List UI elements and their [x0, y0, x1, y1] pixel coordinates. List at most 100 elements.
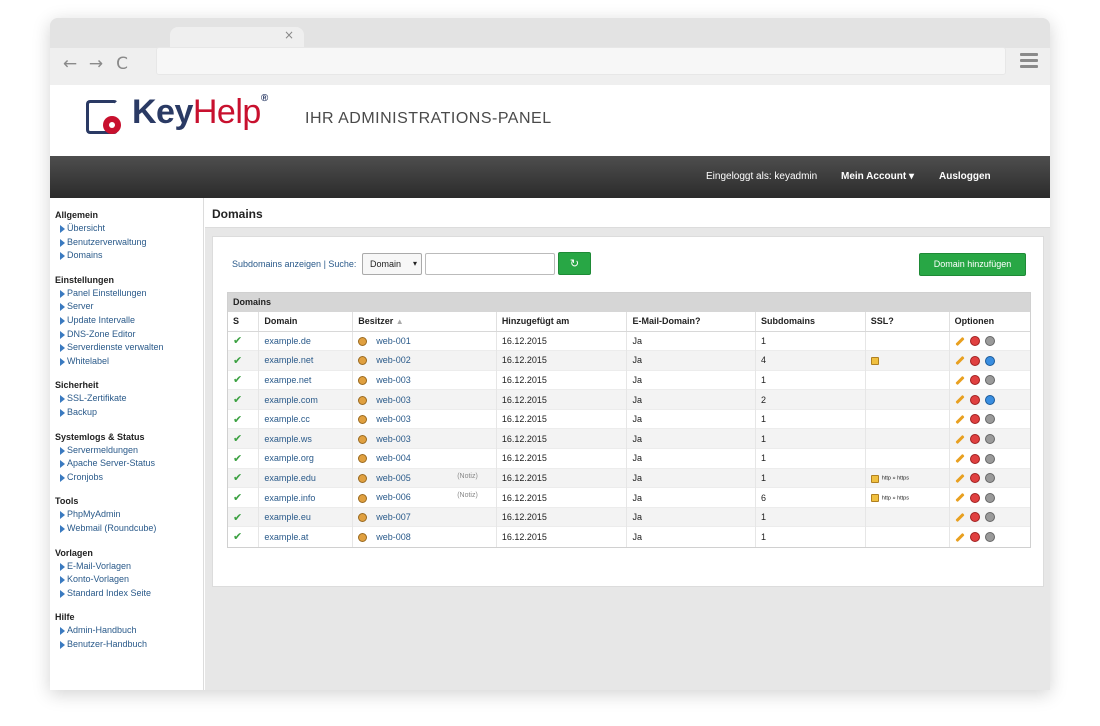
column-header-owner[interactable]: Besitzer ▲	[352, 312, 497, 332]
domain-link[interactable]: example.eu	[264, 512, 311, 522]
domain-link[interactable]: example.org	[264, 453, 314, 463]
globe-icon[interactable]	[984, 453, 995, 464]
edit-pencil-icon[interactable]	[954, 493, 965, 503]
globe-icon[interactable]	[984, 414, 995, 425]
delete-icon[interactable]	[969, 414, 980, 425]
globe-icon[interactable]	[984, 532, 995, 543]
edit-pencil-icon[interactable]	[954, 356, 965, 366]
sidebar-item[interactable]: Serverdienste verwalten	[55, 341, 203, 355]
globe-icon[interactable]	[984, 512, 995, 523]
domain-link[interactable]: example.net	[264, 355, 313, 365]
globe-icon[interactable]	[984, 434, 995, 445]
sidebar-item[interactable]: PhpMyAdmin	[55, 508, 203, 522]
address-bar[interactable]	[156, 47, 1006, 75]
column-header-email-domain[interactable]: E-Mail-Domain?	[626, 312, 757, 332]
added-date: 16.12.2015	[496, 448, 628, 469]
edit-pencil-icon[interactable]	[954, 454, 965, 464]
column-header-domain[interactable]: Domain	[258, 312, 354, 332]
sidebar-item[interactable]: Benutzerverwaltung	[55, 236, 203, 250]
domain-link[interactable]: example.cc	[264, 414, 310, 424]
owner-link[interactable]: web-003	[376, 434, 411, 444]
owner-link[interactable]: web-003	[376, 395, 411, 405]
delete-icon[interactable]	[969, 375, 980, 386]
sidebar-item[interactable]: Konto-Vorlagen	[55, 573, 203, 587]
sidebar-item[interactable]: Server	[55, 300, 203, 314]
globe-active-icon[interactable]	[984, 355, 995, 366]
sidebar-item[interactable]: Übersicht	[55, 222, 203, 236]
owner-link[interactable]: web-003	[376, 414, 411, 424]
sidebar-item[interactable]: Panel Einstellungen	[55, 287, 203, 301]
sidebar-item[interactable]: Update Intervalle	[55, 314, 203, 328]
sidebar-item[interactable]: Whitelabel	[55, 355, 203, 369]
column-header-status[interactable]: S	[228, 312, 260, 332]
column-header-ssl[interactable]: SSL?	[865, 312, 950, 332]
delete-icon[interactable]	[969, 512, 980, 523]
domain-link[interactable]: example.edu	[264, 473, 316, 483]
domain-link[interactable]: exampe.net	[264, 375, 311, 385]
tab-close-icon[interactable]: ×	[284, 28, 294, 42]
search-input[interactable]	[425, 253, 555, 275]
column-header-added[interactable]: Hinzugefügt am	[496, 312, 628, 332]
domain-link[interactable]: example.info	[264, 493, 315, 503]
reload-icon[interactable]: C	[112, 54, 132, 74]
owner-note[interactable]: (Notiz)	[457, 473, 478, 480]
edit-pencil-icon[interactable]	[954, 395, 965, 405]
sidebar-item[interactable]: Cronjobs	[55, 471, 203, 485]
sidebar-item[interactable]: SSL-Zertifikate	[55, 392, 203, 406]
forward-arrow-icon[interactable]: →	[86, 54, 106, 74]
edit-pencil-icon[interactable]	[954, 414, 965, 425]
globe-icon[interactable]	[984, 473, 995, 484]
delete-icon[interactable]	[969, 336, 980, 347]
sidebar-item[interactable]: Admin-Handbuch	[55, 624, 203, 638]
account-menu[interactable]: Mein Account ▾	[841, 171, 914, 182]
edit-pencil-icon[interactable]	[954, 336, 965, 346]
sidebar-item[interactable]: Apache Server-Status	[55, 457, 203, 471]
owner-link[interactable]: web-006	[376, 492, 411, 502]
globe-icon[interactable]	[984, 492, 995, 503]
globe-icon[interactable]	[984, 375, 995, 386]
domain-link[interactable]: example.at	[264, 532, 308, 542]
edit-pencil-icon[interactable]	[954, 512, 965, 523]
owner-link[interactable]: web-008	[376, 532, 411, 542]
sidebar-item[interactable]: Webmail (Roundcube)	[55, 522, 203, 536]
domain-link[interactable]: example.ws	[264, 434, 312, 444]
globe-active-icon[interactable]	[984, 394, 995, 405]
delete-icon[interactable]	[969, 434, 980, 445]
filter-label[interactable]: Subdomains anzeigen | Suche:	[232, 259, 356, 269]
sidebar-item[interactable]: DNS-Zone Editor	[55, 328, 203, 342]
logout-link[interactable]: Ausloggen	[939, 171, 991, 182]
owner-link[interactable]: web-004	[376, 453, 411, 463]
search-field-select[interactable]: Domain ▾	[362, 253, 422, 275]
column-header-subdomains[interactable]: Subdomains	[755, 312, 866, 332]
delete-icon[interactable]	[969, 473, 980, 484]
globe-icon[interactable]	[984, 336, 995, 347]
sidebar-item[interactable]: Benutzer-Handbuch	[55, 638, 203, 652]
owner-link[interactable]: web-002	[376, 355, 411, 365]
refresh-button[interactable]: ↻	[558, 252, 591, 275]
sidebar-item[interactable]: Backup	[55, 406, 203, 420]
owner-link[interactable]: web-005	[376, 473, 411, 483]
domain-link[interactable]: example.com	[264, 395, 318, 405]
sidebar-item[interactable]: E-Mail-Vorlagen	[55, 560, 203, 574]
edit-pencil-icon[interactable]	[954, 532, 965, 542]
add-domain-button[interactable]: Domain hinzufügen	[919, 253, 1026, 276]
browser-tab[interactable]: ×	[170, 27, 304, 48]
owner-link[interactable]: web-007	[376, 512, 411, 522]
edit-pencil-icon[interactable]	[954, 375, 965, 385]
hamburger-menu-icon[interactable]	[1020, 53, 1038, 71]
back-arrow-icon[interactable]: ←	[60, 54, 80, 74]
domain-link[interactable]: example.de	[264, 336, 311, 346]
sidebar-item[interactable]: Standard Index Seite	[55, 587, 203, 601]
delete-icon[interactable]	[969, 355, 980, 366]
delete-icon[interactable]	[969, 492, 980, 503]
owner-note[interactable]: (Notiz)	[457, 492, 478, 499]
sidebar-item[interactable]: Domains	[55, 249, 203, 263]
delete-icon[interactable]	[969, 394, 980, 405]
delete-icon[interactable]	[969, 532, 980, 543]
delete-icon[interactable]	[969, 453, 980, 464]
edit-pencil-icon[interactable]	[954, 473, 965, 483]
sidebar-item[interactable]: Servermeldungen	[55, 444, 203, 458]
edit-pencil-icon[interactable]	[954, 434, 965, 444]
owner-link[interactable]: web-003	[376, 375, 411, 385]
owner-link[interactable]: web-001	[376, 336, 411, 346]
